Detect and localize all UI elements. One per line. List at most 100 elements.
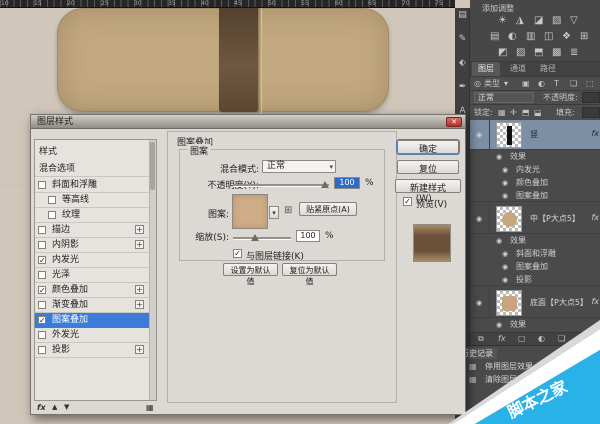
filter-type-icon[interactable]: T <box>554 79 559 88</box>
style-item-pattern-overlay[interactable]: ✓ 图案叠加 <box>35 313 156 328</box>
style-item-texture[interactable]: 纹理 <box>35 208 156 223</box>
channel-mixer-icon[interactable]: ❖ <box>562 31 571 43</box>
threshold-icon[interactable]: ⬒ <box>534 47 543 59</box>
effect-drop-shadow[interactable]: ◉ 投影 <box>470 273 600 286</box>
close-icon[interactable]: ✕ <box>446 117 462 127</box>
move-up-icon[interactable]: ▲ <box>52 403 57 411</box>
style-item-satin[interactable]: 光泽 <box>35 268 156 283</box>
effect-bevel-emboss[interactable]: ◉ 斜面和浮雕 <box>470 247 600 260</box>
eye-icon[interactable]: ◉ <box>502 275 508 285</box>
filter-shape-icon[interactable]: ❏ <box>570 79 577 88</box>
scale-slider-thumb[interactable] <box>251 234 259 241</box>
fx-badge-icon[interactable]: fx <box>591 129 599 138</box>
set-default-button[interactable]: 设置为默认值 <box>223 263 278 276</box>
filter-kind-dropdown[interactable]: 类型 <box>484 78 500 89</box>
checkbox[interactable] <box>38 271 46 279</box>
checkbox[interactable] <box>38 241 46 249</box>
effects-header[interactable]: ◉ 效果 <box>470 234 600 247</box>
curves-icon[interactable]: ◪ <box>534 15 543 27</box>
lock-image-icon[interactable]: ⬒ <box>522 108 530 117</box>
eye-icon[interactable]: ◉ <box>496 152 502 162</box>
eye-icon[interactable]: ◉ <box>496 236 502 246</box>
styles-scrollbar[interactable] <box>149 140 156 400</box>
checkbox[interactable] <box>38 226 46 234</box>
style-item-inner-glow[interactable]: ✓ 内发光 <box>35 253 156 268</box>
effects-header[interactable]: ◉ 效果 <box>470 150 600 163</box>
tab-layers[interactable]: 图层 <box>472 62 500 76</box>
layer-opacity-value[interactable] <box>582 92 600 103</box>
vibrance-icon[interactable]: ▽ <box>570 15 578 27</box>
preview-checkbox[interactable]: ✓ <box>403 197 412 206</box>
eye-icon[interactable]: ◉ <box>476 130 482 140</box>
style-item-color-overlay[interactable]: ✓ 颜色叠加 + <box>35 283 156 298</box>
eye-icon[interactable]: ◉ <box>476 298 482 308</box>
eye-icon[interactable]: ◉ <box>502 262 508 272</box>
history-brush-icon[interactable]: ✎ <box>455 34 470 44</box>
plus-icon[interactable]: + <box>135 285 144 294</box>
posterize-icon[interactable]: ▨ <box>516 47 525 59</box>
plus-icon[interactable]: + <box>135 300 144 309</box>
checkbox[interactable] <box>48 196 56 204</box>
style-item-drop-shadow[interactable]: 投影 + <box>35 343 156 358</box>
invert-icon[interactable]: ◩ <box>498 47 507 59</box>
pen-icon[interactable]: ✒ <box>455 82 470 92</box>
effect-inner-glow[interactable]: ◉ 内发光 <box>470 163 600 176</box>
tab-channels[interactable]: 通道 <box>504 62 532 76</box>
opacity-slider[interactable] <box>233 184 329 186</box>
lock-transparent-icon[interactable]: ▦ <box>498 108 506 117</box>
style-item-outer-glow[interactable]: 外发光 <box>35 328 156 343</box>
blend-mode-select[interactable]: 正常 ▾ <box>262 160 336 173</box>
layer-row-middle[interactable]: ◉ 中【P大点5】 fx <box>470 204 600 234</box>
style-item-stroke[interactable]: 描边 + <box>35 223 156 238</box>
brightness-contrast-icon[interactable]: ☀ <box>498 15 507 27</box>
eye-icon[interactable]: ◉ <box>502 249 508 259</box>
style-item-gradient-overlay[interactable]: 渐变叠加 + <box>35 298 156 313</box>
pattern-swatch[interactable] <box>232 194 268 229</box>
black-white-icon[interactable]: ▥ <box>526 31 535 43</box>
style-item-bevel-and-emboss[interactable]: 斜面和浮雕 <box>35 178 156 193</box>
snap-origin-button[interactable]: 贴紧原点(A) <box>299 202 357 216</box>
filter-pixel-icon[interactable]: ▣ <box>522 79 530 88</box>
checkbox-checked[interactable]: ✓ <box>38 256 46 264</box>
style-item-inner-shadow[interactable]: 内阴影 + <box>35 238 156 253</box>
plus-icon[interactable]: + <box>135 225 144 234</box>
layer-row-bottom[interactable]: ◉ 底面【P大点5】 fx <box>470 288 600 318</box>
reset-default-button[interactable]: 复位为默认值 <box>282 263 337 276</box>
exposure-icon[interactable]: ▧ <box>552 15 561 27</box>
selective-color-icon[interactable]: ≣ <box>570 47 578 59</box>
color-balance-icon[interactable]: ◐ <box>508 31 517 43</box>
pattern-picker-arrow-icon[interactable]: ▾ <box>269 206 279 219</box>
ok-button[interactable]: 确定 <box>397 140 459 154</box>
style-item-contour[interactable]: 等高线 <box>35 193 156 208</box>
fx-icon[interactable]: fx <box>37 403 46 412</box>
hue-saturation-icon[interactable]: ▤ <box>490 31 499 43</box>
filter-adjustment-icon[interactable]: ◐ <box>538 79 545 88</box>
color-lookup-icon[interactable]: ⊞ <box>580 31 588 43</box>
opacity-value[interactable]: 100 <box>334 177 360 189</box>
fx-badge-icon[interactable]: fx <box>591 297 599 306</box>
checkbox[interactable] <box>38 331 46 339</box>
layer-blend-mode-select[interactable]: 正常 <box>474 92 534 103</box>
checkbox-checked[interactable]: ✓ <box>38 316 46 324</box>
delete-style-icon[interactable]: ▦ <box>146 403 154 412</box>
fx-badge-icon[interactable]: fx <box>591 213 599 222</box>
eye-icon[interactable]: ◉ <box>502 191 508 201</box>
scrollbar-thumb[interactable] <box>150 142 155 190</box>
checkbox[interactable] <box>48 211 56 219</box>
scale-slider[interactable] <box>233 237 291 239</box>
layer-row-shu[interactable]: ◉ 竖 fx <box>470 120 600 150</box>
fill-value[interactable] <box>582 107 600 118</box>
tab-paths[interactable]: 路径 <box>534 62 562 76</box>
scale-value[interactable]: 100 <box>296 230 320 242</box>
effect-color-overlay[interactable]: ◉ 颜色叠加 <box>470 176 600 189</box>
checkbox[interactable] <box>38 181 46 189</box>
effect-pattern-overlay[interactable]: ◉ 图案叠加 <box>470 189 600 202</box>
checkbox[interactable] <box>38 301 46 309</box>
link-with-layer-checkbox[interactable]: ✓ <box>233 249 242 258</box>
eye-icon[interactable]: ◉ <box>502 178 508 188</box>
clone-stamp-icon[interactable]: ▤ <box>455 10 470 20</box>
lock-all-icon[interactable]: ⬓ <box>534 108 542 117</box>
opacity-slider-thumb[interactable] <box>321 181 329 188</box>
eye-icon[interactable]: ◉ <box>502 165 508 175</box>
checkbox-checked[interactable]: ✓ <box>38 286 46 294</box>
